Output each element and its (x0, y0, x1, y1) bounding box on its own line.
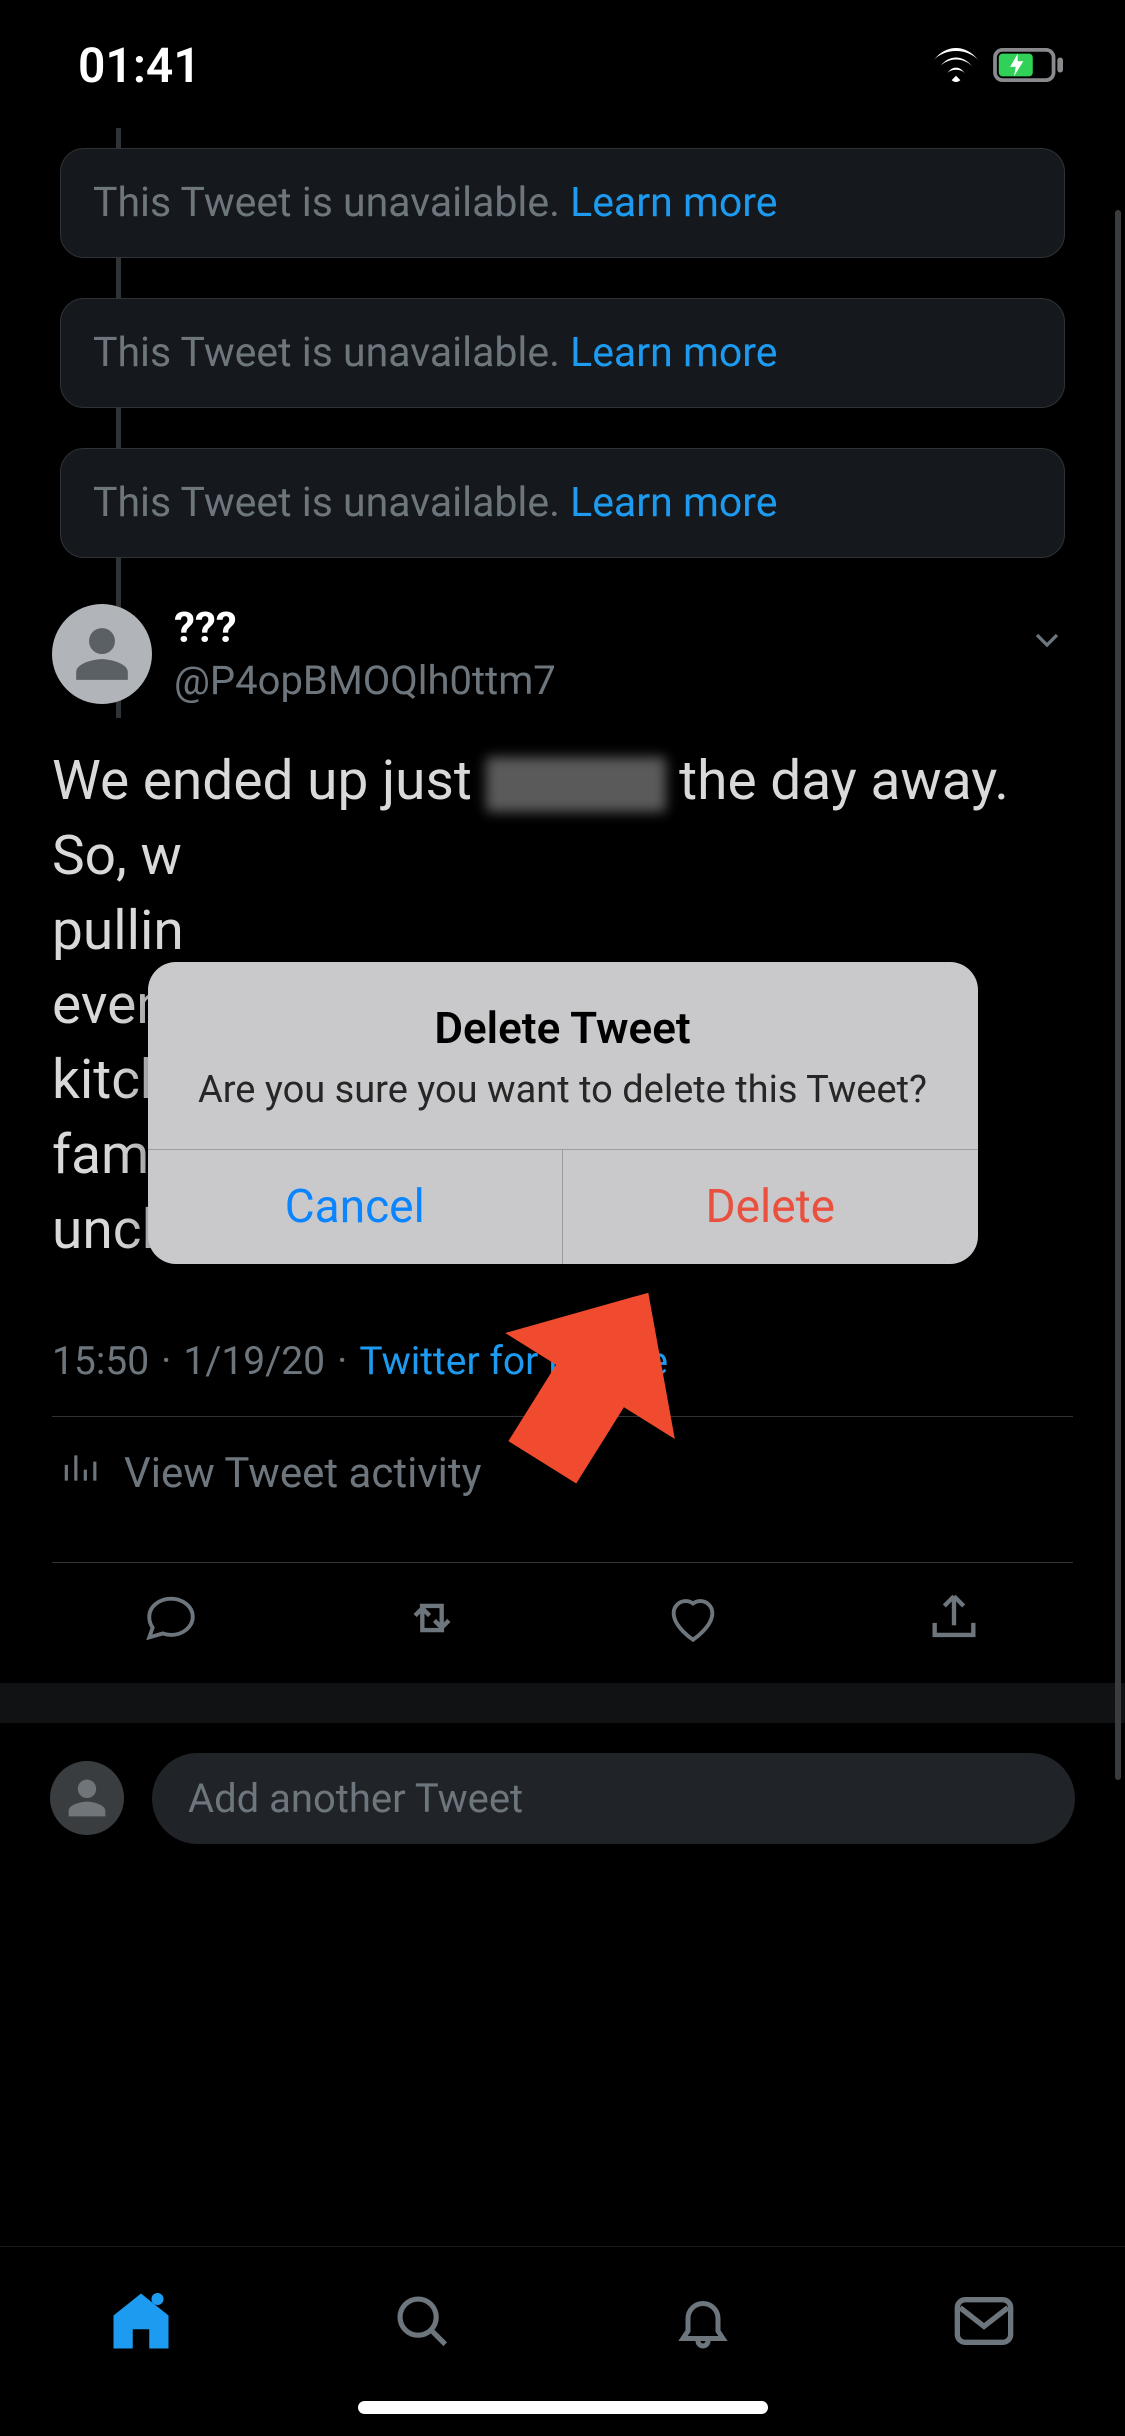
alert-message: Are you sure you want to delete this Twe… (198, 1066, 928, 1115)
delete-tweet-alert: Delete Tweet Are you sure you want to de… (148, 962, 978, 1264)
alert-overlay: Delete Tweet Are you sure you want to de… (0, 0, 1125, 2436)
cancel-button[interactable]: Cancel (148, 1150, 563, 1264)
alert-title: Delete Tweet (198, 1002, 928, 1054)
delete-button[interactable]: Delete (562, 1150, 978, 1264)
